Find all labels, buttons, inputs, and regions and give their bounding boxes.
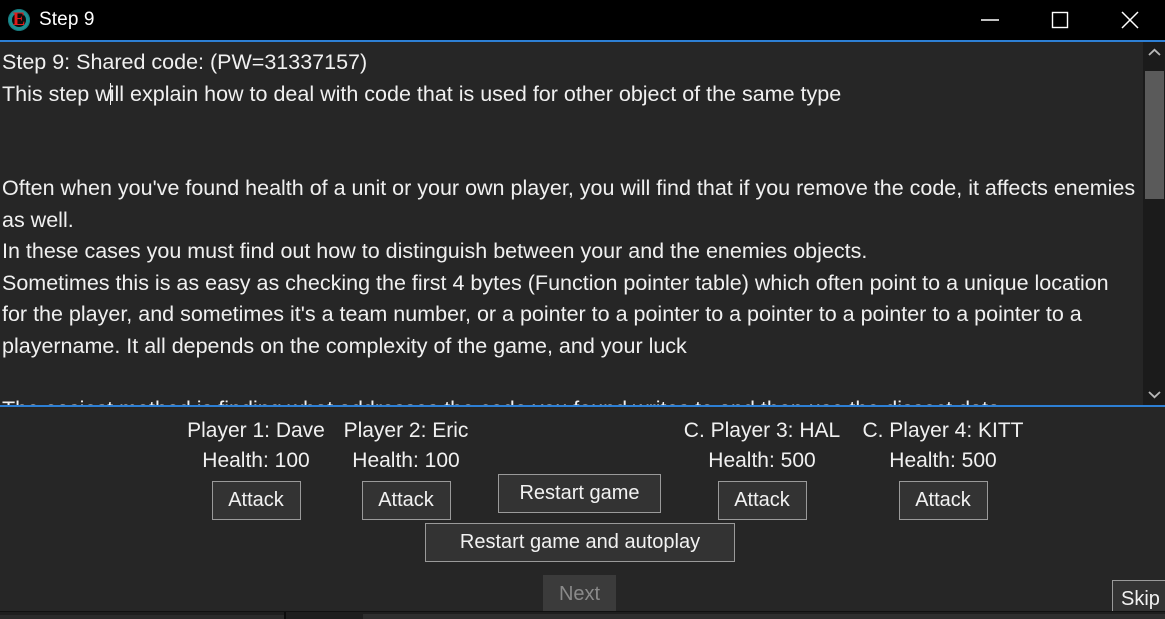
attack-button-2[interactable]: Attack [361,481,451,520]
player-health-2: Health: 100 [352,449,460,472]
player-name-2: Player 2: Eric [343,419,469,442]
player-name-1: Player 1: Dave [187,419,325,442]
window-title: Step 9 [39,9,95,30]
game-panel: Player 1: Dave Health: 100 Attack Player… [0,407,1165,619]
tutorial-text-area[interactable]: Step 9: Shared code: (PW=31337157) This … [0,42,1143,405]
player-name-4: C. Player 4: KITT [862,419,1024,442]
player-column-3: C. Player 3: HAL Health: 500 Attack [672,416,852,520]
tutorial-scrollbar[interactable] [1143,42,1165,405]
background-window-sliver [0,611,1165,619]
tutorial-text-panel: Step 9: Shared code: (PW=31337157) This … [0,40,1165,407]
player-name-3: C. Player 3: HAL [683,419,841,442]
cheat-engine-logo-icon: E [8,9,30,31]
minimize-icon[interactable] [955,0,1025,40]
maximize-icon[interactable] [1025,0,1095,40]
chevron-up-icon[interactable] [1144,42,1165,63]
next-button[interactable]: Next [543,575,616,614]
restart-game-button[interactable]: Restart game [498,474,661,513]
player-health-3: Health: 500 [708,449,816,472]
tutorial-heading-line: Step 9: Shared code: (PW=31337157) [2,50,368,74]
player-health-4: Health: 500 [889,449,997,472]
close-icon[interactable] [1095,0,1165,40]
logo-letter: E [12,9,26,30]
attack-button-1[interactable]: Attack [211,481,301,520]
player-health-1: Health: 100 [202,449,310,472]
tutorial-body-text: Often when you've found health of a unit… [2,176,1136,405]
cheat-engine-tutorial-window: E Step 9 Step 9: Shared code: (PW=313371… [0,0,1165,619]
caret-line-after: ill explain how to deal with code that i… [109,81,842,106]
player-column-2: Player 2: Eric Health: 100 Attack [330,416,482,520]
player-column-1: Player 1: Dave Health: 100 Attack [168,416,344,520]
tutorial-caret-line: This step will explain how to deal with … [2,79,1137,111]
caret-line-before: This step w [2,81,111,106]
attack-button-3[interactable]: Attack [717,481,807,520]
scrollbar-thumb[interactable] [1145,71,1164,199]
window-controls [955,0,1165,40]
chevron-down-icon[interactable] [1144,384,1165,405]
restart-game-and-autoplay-button[interactable]: Restart game and autoplay [425,523,735,562]
title-bar: E Step 9 [0,0,1165,40]
player-column-4: C. Player 4: KITT Health: 500 Attack [853,416,1033,520]
scrollbar-track[interactable] [1144,63,1165,384]
attack-button-4[interactable]: Attack [898,481,988,520]
